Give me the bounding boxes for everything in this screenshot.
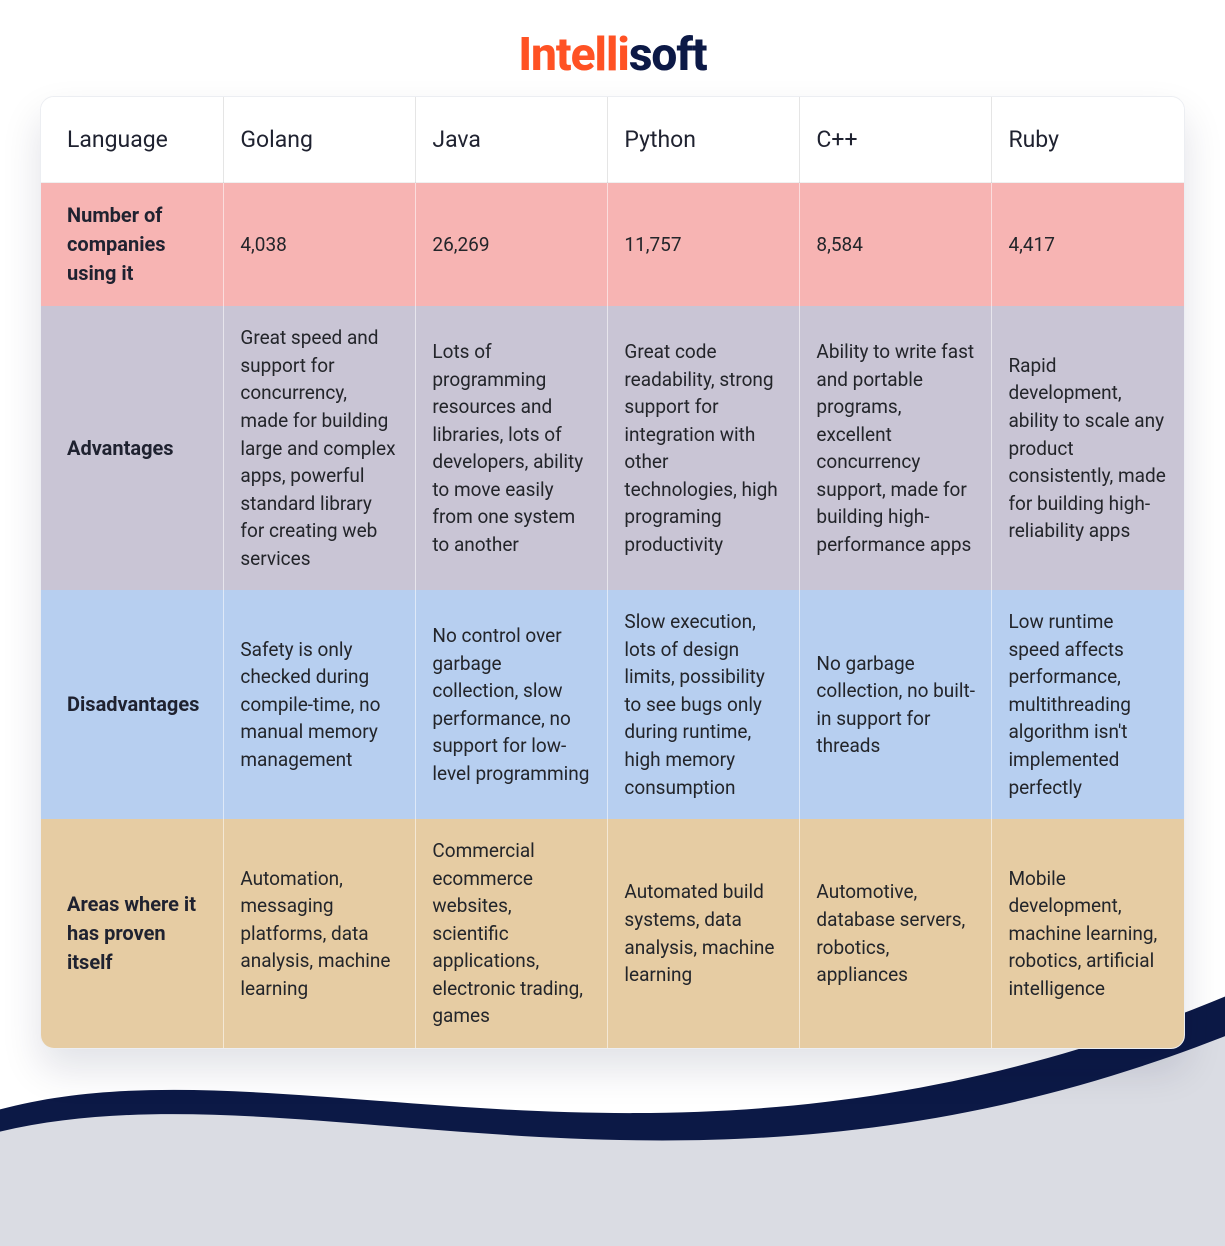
table-cell: 8,584 xyxy=(800,183,992,307)
row-label: Disadvantages xyxy=(41,590,224,819)
table-cell: 11,757 xyxy=(608,183,800,307)
table-cell: Automated build systems, data analysis, … xyxy=(608,819,800,1048)
table-cell: 4,038 xyxy=(224,183,416,307)
table-cell: Rapid development, ability to scale any … xyxy=(992,306,1184,590)
row-label: Advantages xyxy=(41,306,224,590)
table-row: AdvantagesGreat speed and support for co… xyxy=(41,306,1184,590)
col-header-cpp: C++ xyxy=(800,97,992,183)
brand-rest: soft xyxy=(629,28,707,82)
table-cell: Slow execution, lots of design limits, p… xyxy=(608,590,800,819)
table-cell: Great speed and support for concurrency,… xyxy=(224,306,416,590)
row-label: Number of companies using it xyxy=(41,183,224,307)
table-cell: Ability to write fast and portable progr… xyxy=(800,306,992,590)
table-cell: Commercial ecommerce websites, scientifi… xyxy=(416,819,608,1048)
col-header-java: Java xyxy=(416,97,608,183)
table-cell: Great code readability, strong support f… xyxy=(608,306,800,590)
brand-logo: Intellisoft xyxy=(0,0,1225,96)
table-cell: 4,417 xyxy=(992,183,1184,307)
table-row: DisadvantagesSafety is only checked duri… xyxy=(41,590,1184,819)
table-cell: Mobile development, machine learning, ro… xyxy=(992,819,1184,1048)
comparison-table: Language Golang Java Python C++ Ruby Num… xyxy=(41,97,1184,1048)
comparison-card: Language Golang Java Python C++ Ruby Num… xyxy=(40,96,1185,1049)
row-label: Areas where it has proven itself xyxy=(41,819,224,1048)
table-row: Number of companies using it4,03826,2691… xyxy=(41,183,1184,307)
table-header-row: Language Golang Java Python C++ Ruby xyxy=(41,97,1184,183)
table-body: Number of companies using it4,03826,2691… xyxy=(41,183,1184,1048)
col-header-python: Python xyxy=(608,97,800,183)
brand-accent: Intelli xyxy=(518,28,628,82)
table-cell: Safety is only checked during compile-ti… xyxy=(224,590,416,819)
table-row: Areas where it has proven itselfAutomati… xyxy=(41,819,1184,1048)
table-cell: 26,269 xyxy=(416,183,608,307)
col-header-language: Language xyxy=(41,97,224,183)
table-cell: Lots of programming resources and librar… xyxy=(416,306,608,590)
table-cell: No control over garbage collection, slow… xyxy=(416,590,608,819)
table-cell: Low runtime speed affects performance, m… xyxy=(992,590,1184,819)
col-header-golang: Golang xyxy=(224,97,416,183)
col-header-ruby: Ruby xyxy=(992,97,1184,183)
table-cell: Automation, messaging platforms, data an… xyxy=(224,819,416,1048)
table-cell: No garbage collection, no built-in suppo… xyxy=(800,590,992,819)
table-cell: Automotive, database servers, robotics, … xyxy=(800,819,992,1048)
